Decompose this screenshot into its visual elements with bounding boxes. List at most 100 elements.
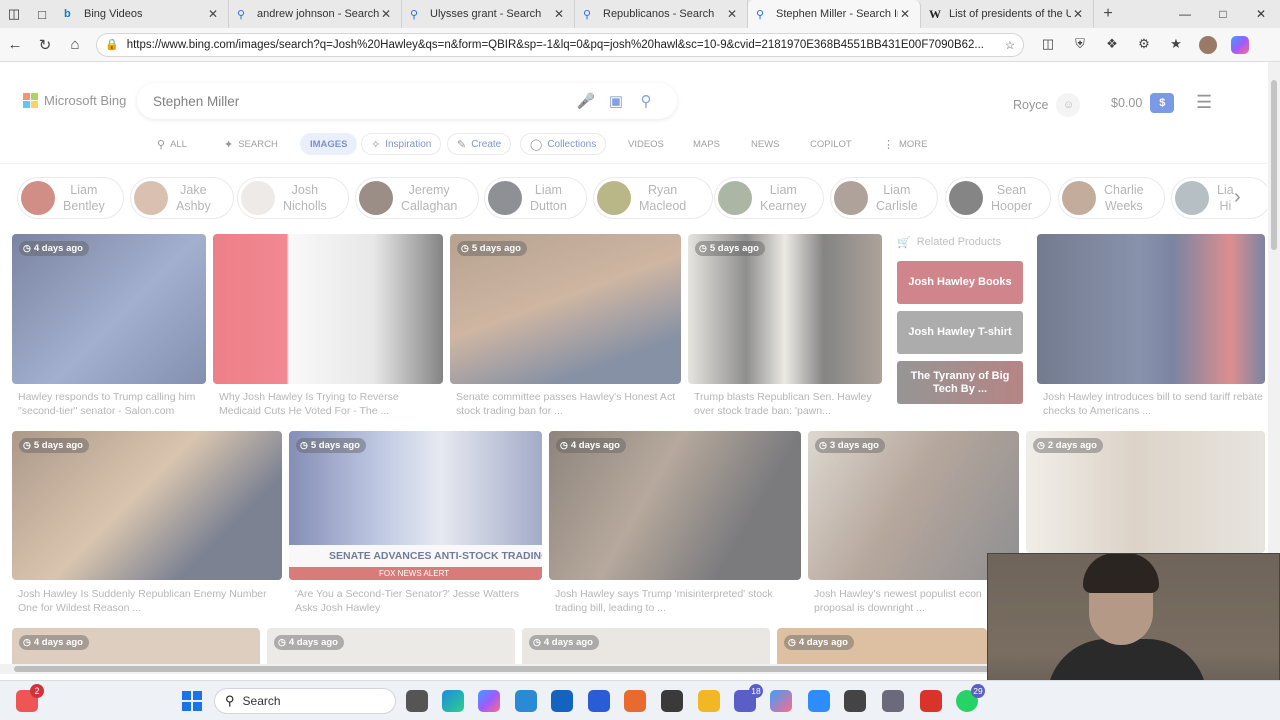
product-card[interactable]: Josh Hawley Books (897, 261, 1023, 304)
widgets-icon[interactable]: 2 (16, 684, 44, 712)
scope-news[interactable]: NEWS (751, 133, 780, 155)
extensions-icon[interactable]: ❖ (1096, 36, 1128, 54)
refresh-icon[interactable]: ↻ (30, 36, 60, 54)
related-person-chip[interactable]: Charlie Weeks (1058, 177, 1165, 219)
image-result[interactable]: ◷ 4 days ago (549, 431, 801, 580)
browser-tab[interactable]: ⚲ Ulysses grant - Search ✕ (402, 0, 575, 28)
edge-icon[interactable] (442, 690, 464, 712)
minimize-icon[interactable]: — (1166, 7, 1204, 21)
taskbar-search[interactable]: ⚲ Search (214, 688, 396, 714)
product-card[interactable]: The Tyranny of Big Tech By ... (897, 361, 1023, 404)
browser-tab[interactable]: ⚲ Republicanos - Search ✕ (575, 0, 748, 28)
related-person-chip[interactable]: Ryan Macleod (593, 177, 713, 219)
image-result[interactable]: ◷ 4 days ago (12, 628, 260, 668)
workspaces-icon[interactable]: ◫ (0, 0, 28, 28)
remote-desktop-icon[interactable] (515, 690, 537, 712)
powerpoint-icon[interactable] (624, 690, 646, 712)
image-result[interactable]: ◷ 5 days ago (12, 431, 282, 580)
scrollbar-thumb[interactable] (1271, 80, 1277, 250)
copilot-icon[interactable] (1231, 35, 1249, 54)
image-caption[interactable]: Trump blasts Republican Sen. Hawley over… (694, 390, 882, 418)
browser-tab[interactable]: W List of presidents of the Un ✕ (921, 0, 1094, 28)
image-caption[interactable]: 'Are You a Second-Tier Senator?' Jesse W… (295, 587, 542, 615)
rewards-wallet[interactable]: $0.00 $ (1111, 93, 1175, 113)
image-result[interactable]: ◷ 5 days ago (688, 234, 882, 384)
menu-icon[interactable]: ☰ (1196, 92, 1212, 113)
related-person-chip[interactable]: Liam Carlisle (830, 177, 938, 219)
outlook-icon[interactable] (551, 690, 573, 712)
close-tab-icon[interactable]: ✕ (206, 7, 220, 21)
snipping-tool-icon[interactable] (844, 690, 866, 712)
azure-icon[interactable] (588, 690, 610, 712)
profile-avatar[interactable] (1199, 35, 1217, 54)
image-result[interactable]: ◷ 2 days ago (1026, 431, 1265, 553)
maximize-icon[interactable]: □ (1204, 7, 1242, 21)
image-result[interactable]: ◷ 5 days ago (450, 234, 681, 384)
scope-copilot[interactable]: COPILOT (810, 133, 852, 155)
back-icon[interactable]: ← (0, 36, 30, 53)
store-icon[interactable] (661, 690, 683, 712)
tab-actions-icon[interactable]: □ (28, 0, 56, 28)
image-result[interactable]: ◷ 5 days ago SENATE ADVANCES ANTI-STOCK T… (289, 431, 542, 580)
related-person-chip[interactable]: Josh Nicholls (237, 177, 349, 219)
browser-tab-active[interactable]: ⚲ Stephen Miller - Search Ima ✕ (748, 0, 921, 28)
image-caption[interactable]: Why Josh Hawley Is Trying to Reverse Med… (219, 390, 443, 418)
image-result[interactable]: ◷ 4 days ago (12, 234, 206, 384)
scope-create[interactable]: ✎ Create (447, 133, 512, 155)
image-result[interactable] (213, 234, 443, 384)
scope-search[interactable]: ✦ SEARCH (224, 133, 278, 155)
close-tab-icon[interactable]: ✕ (552, 7, 566, 21)
home-icon[interactable]: ⌂ (60, 36, 90, 53)
search-input[interactable]: Stephen Miller (153, 94, 571, 109)
scope-images[interactable]: IMAGES (300, 133, 358, 155)
teams-icon[interactable]: 18 (734, 684, 763, 712)
image-caption[interactable]: Josh Hawley introduces bill to send tari… (1043, 390, 1265, 418)
related-person-chip[interactable]: Liam Kearney (714, 177, 824, 219)
favorites-icon[interactable]: ★ (1160, 36, 1192, 54)
image-caption[interactable]: Josh Hawley says Trump 'misinterpreted' … (555, 587, 801, 615)
product-card[interactable]: Josh Hawley T-shirt (897, 311, 1023, 354)
scope-all[interactable]: ⚲ ALL (157, 133, 187, 155)
shield-icon[interactable]: ⛨ (1064, 36, 1096, 54)
close-tab-icon[interactable]: ✕ (898, 7, 912, 21)
search-icon[interactable]: ⚲ (631, 92, 661, 110)
image-result[interactable]: ◷ 4 days ago (777, 628, 987, 668)
chrome-icon[interactable] (920, 690, 942, 712)
close-tab-icon[interactable]: ✕ (1071, 7, 1085, 21)
close-window-icon[interactable]: ✕ (1242, 7, 1280, 21)
close-tab-icon[interactable]: ✕ (379, 7, 393, 21)
browser-tab[interactable]: b Bing Videos ✕ (56, 0, 229, 28)
bing-logo[interactable]: Microsoft Bing (23, 93, 126, 108)
scope-collections[interactable]: ◯ Collections (520, 133, 607, 155)
scope-more[interactable]: ⋮ MORE (883, 133, 928, 155)
browser-tab[interactable]: ⚲ andrew johnson - Search ✕ (229, 0, 402, 28)
task-view-icon[interactable] (406, 690, 428, 712)
image-result[interactable]: ◷ 4 days ago (522, 628, 770, 668)
image-caption[interactable]: Hawley responds to Trump calling him "se… (18, 390, 206, 418)
related-person-chip[interactable]: Jeremy Callaghan (355, 177, 479, 219)
related-person-chip[interactable]: Sean Hooper (945, 177, 1051, 219)
whatsapp-icon[interactable]: 29 (956, 684, 985, 712)
related-person-chip[interactable]: Liam Bentley (17, 177, 124, 219)
search-box[interactable]: Stephen Miller 🎤 ▣ ⚲ (137, 83, 677, 119)
split-screen-icon[interactable]: ◫ (1032, 36, 1064, 54)
new-tab-button[interactable]: + (1094, 5, 1122, 23)
scope-videos[interactable]: VIDEOS (628, 133, 664, 155)
chevron-right-icon[interactable]: › (1234, 186, 1241, 209)
copilot-365-icon[interactable] (770, 690, 792, 712)
related-person-chip[interactable]: Jake Ashby (130, 177, 234, 219)
related-person-chip[interactable]: Lia Hi (1171, 177, 1267, 219)
image-caption[interactable]: Josh Hawley's newest populist econ propo… (814, 587, 987, 615)
image-result[interactable]: ◷ 4 days ago (267, 628, 515, 668)
zoom-icon[interactable] (808, 690, 830, 712)
scope-inspiration[interactable]: ✧ Inspiration (361, 133, 442, 155)
url-field[interactable]: 🔒 https://www.bing.com/images/search?q=J… (96, 32, 1024, 57)
favorite-star-icon[interactable]: ☆ (1005, 38, 1015, 52)
start-button[interactable] (182, 691, 202, 711)
scope-maps[interactable]: MAPS (693, 133, 720, 155)
performance-icon[interactable]: ⚙ (1128, 36, 1160, 54)
close-tab-icon[interactable]: ✕ (725, 7, 739, 21)
image-caption[interactable]: Senate committee passes Hawley's Honest … (456, 390, 681, 418)
file-explorer-icon[interactable] (698, 690, 720, 712)
image-caption[interactable]: Josh Hawley Is Suddenly Republican Enemy… (18, 587, 282, 615)
